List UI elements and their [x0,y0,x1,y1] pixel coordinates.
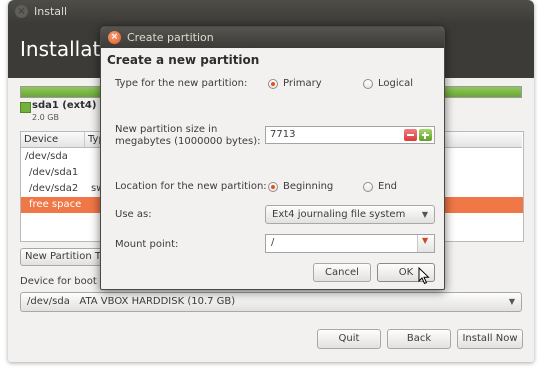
chevron-down-icon: ▼ [508,297,515,306]
radio-primary-label[interactable]: Primary [283,78,322,89]
radio-end-label[interactable]: End [378,181,397,192]
mount-point-label: Mount point: [115,239,179,250]
location-label: Location for the new partition: [115,181,267,192]
partition-size-input[interactable]: 7713 [265,126,435,144]
chevron-down-icon: ▼ [421,210,428,219]
close-icon[interactable]: × [108,31,121,44]
create-partition-dialog: × Create partition Create a new partitio… [100,26,445,290]
mount-point-value: / [271,237,275,248]
partition-type-label: Type for the new partition: [115,78,248,89]
back-button[interactable]: Back [387,329,451,349]
filesystem-select[interactable]: Ext4 journaling file system ▼ [265,205,435,224]
radio-end[interactable] [363,182,373,192]
plus-icon[interactable] [419,129,432,141]
use-as-label: Use as: [115,209,152,220]
install-now-button[interactable]: Install Now [457,329,523,349]
boot-device-select[interactable]: /dev/sda ATA VBOX HARDDISK (10.7 GB) ▼ [20,292,522,312]
cancel-button[interactable]: Cancel [313,263,371,282]
main-titlebar: × Install [8,0,534,24]
radio-beginning[interactable] [268,182,278,192]
window-title: Install [34,5,68,18]
boot-device-value: /dev/sda ATA VBOX HARDDISK (10.7 GB) [27,296,236,307]
partition-color-swatch [20,102,31,113]
partition-name: sda1 (ext4) [32,100,97,111]
partition-size-value: 7713 [270,129,296,140]
device-cell: /dev/sda [25,151,68,162]
quit-button[interactable]: Quit [317,329,381,349]
radio-logical[interactable] [363,79,373,89]
dialog-heading: Create a new partition [107,53,260,67]
device-cell: free space [29,199,82,210]
size-label-line1: New partition size in [115,124,218,135]
dialog-titlebar: × Create partition [101,27,444,48]
radio-logical-label[interactable]: Logical [378,78,413,89]
chevron-down-icon: ▼ [422,236,429,245]
mount-point-dropdown-button[interactable]: ▼ [417,235,434,252]
partition-size: 2.0 GB [32,113,59,122]
close-icon[interactable]: × [15,5,28,18]
dialog-title: Create partition [127,31,214,44]
column-header-device[interactable]: Device [21,132,85,148]
minus-icon[interactable] [404,129,417,141]
mount-point-input[interactable]: / ▼ [265,234,435,253]
device-cell: /dev/sda1 [29,167,79,178]
mouse-pointer-icon [418,267,430,285]
radio-beginning-label[interactable]: Beginning [283,181,333,192]
device-cell: /dev/sda2 [29,183,79,194]
filesystem-value: Ext4 journaling file system [272,209,406,220]
radio-primary[interactable] [268,79,278,89]
size-label-line2: megabytes (1000000 bytes): [115,136,261,147]
